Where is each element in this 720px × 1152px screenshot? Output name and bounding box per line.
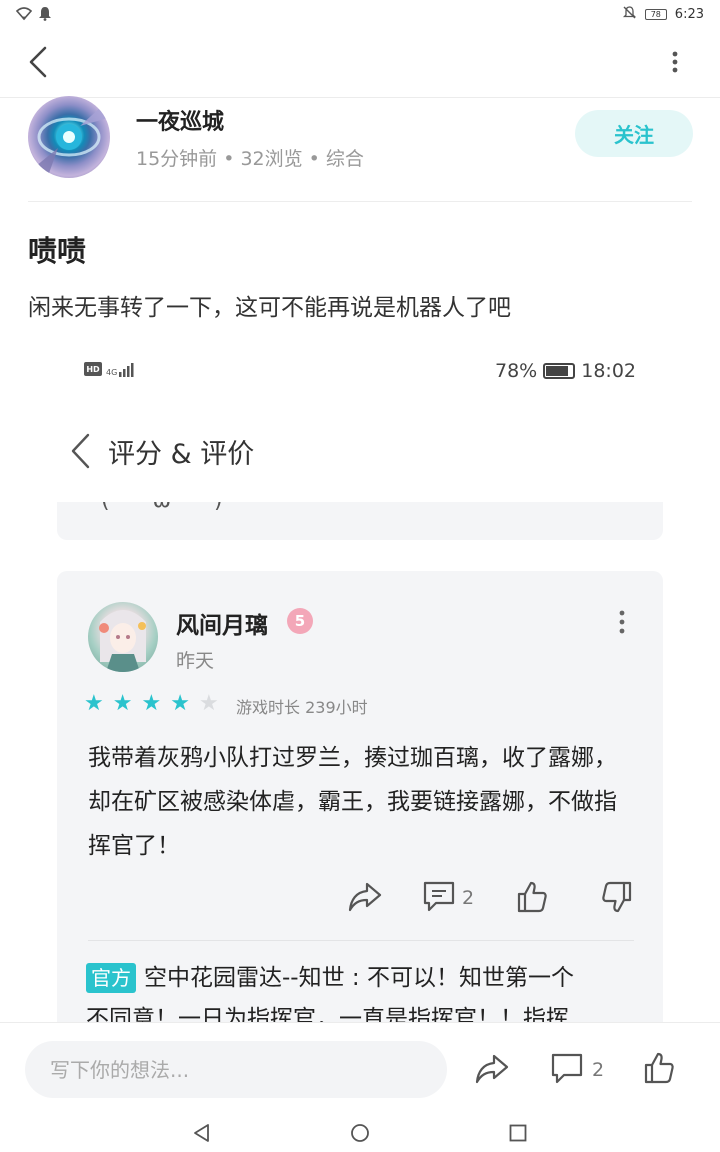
like-button[interactable] bbox=[642, 1051, 676, 1089]
back-button[interactable] bbox=[20, 44, 56, 84]
comment-input[interactable] bbox=[25, 1041, 447, 1098]
playtime: 游戏时长 239小时 bbox=[236, 698, 368, 717]
author-name[interactable]: 一夜巡城 bbox=[136, 104, 224, 136]
star-filled-icon: ★ bbox=[170, 691, 190, 716]
star-filled-icon: ★ bbox=[112, 691, 133, 716]
comment-button[interactable]: 2 bbox=[550, 1052, 604, 1088]
star-filled-icon: ★ bbox=[84, 691, 104, 716]
system-nav-bar bbox=[0, 1114, 720, 1152]
notification-bell-icon bbox=[38, 6, 52, 25]
divider bbox=[28, 201, 692, 202]
review-text: 我带着灰鸦小队打过罗兰，揍过珈百璃，收了露娜，却在矿区被感染体虐，霸王，我要链接… bbox=[88, 745, 617, 859]
status-left bbox=[15, 6, 52, 25]
author-avatar[interactable] bbox=[28, 96, 110, 178]
embedded-dislike-icon bbox=[600, 880, 634, 918]
wifi-icon bbox=[15, 6, 33, 25]
back-arrow-icon bbox=[28, 46, 48, 82]
reviewer-level-badge: 5 bbox=[287, 608, 313, 634]
like-icon bbox=[642, 1052, 676, 1089]
post-meta: 15分钟前 • 32浏览 • 综合 bbox=[136, 148, 364, 170]
nav-back-icon[interactable] bbox=[192, 1123, 212, 1147]
app-bar bbox=[0, 30, 720, 98]
share-icon bbox=[474, 1054, 510, 1090]
status-right: 78 6:23 bbox=[622, 5, 704, 24]
embedded-status-right: 78% 18:02 bbox=[495, 360, 636, 382]
embedded-previous-card: ( ω ) bbox=[57, 502, 663, 540]
rating-stars: ★ ★ ★ ★ ★ bbox=[84, 693, 219, 715]
more-options-button[interactable] bbox=[660, 48, 690, 80]
embedded-back-icon bbox=[68, 432, 94, 470]
battery-icon: 78 bbox=[644, 9, 667, 20]
reviewer-avatar-art bbox=[99, 610, 146, 672]
embedded-share-icon bbox=[347, 880, 383, 918]
network-label: 4G bbox=[106, 368, 118, 377]
author-avatar-art bbox=[36, 106, 108, 176]
reviewer-avatar bbox=[88, 602, 158, 672]
mute-icon bbox=[622, 5, 637, 24]
nav-recents-icon[interactable] bbox=[508, 1123, 528, 1147]
embedded-page-title: 评分 & 评价 bbox=[108, 439, 255, 470]
embedded-divider bbox=[88, 940, 634, 941]
comment-icon bbox=[550, 1052, 584, 1088]
embedded-battery-text: 78% bbox=[495, 360, 538, 382]
share-button[interactable] bbox=[474, 1052, 510, 1090]
star-filled-icon: ★ bbox=[141, 691, 162, 716]
previous-card-fragment: ( ω ) bbox=[101, 502, 241, 513]
embedded-reply-group: 2 bbox=[422, 880, 474, 916]
review-more-icon bbox=[612, 608, 632, 636]
comment-count: 2 bbox=[592, 1059, 605, 1081]
hd-icon: HD bbox=[84, 362, 102, 376]
embedded-like-icon bbox=[515, 880, 549, 918]
follow-button[interactable]: 关注 bbox=[575, 110, 693, 157]
post-title: 啧啧 bbox=[28, 234, 87, 268]
signal-icon: 4G bbox=[106, 361, 137, 377]
embedded-reply-count: 2 bbox=[462, 887, 475, 909]
review-time: 昨天 bbox=[176, 650, 215, 672]
embedded-comment-icon bbox=[422, 880, 456, 916]
official-tag: 官方 bbox=[86, 963, 136, 993]
star-empty-icon: ★ bbox=[198, 691, 219, 716]
nav-home-icon[interactable] bbox=[350, 1123, 370, 1147]
post-body: 闲来无事转了一下，这可不能再说是机器人了吧 bbox=[28, 295, 511, 321]
embedded-status-left: HD 4G bbox=[84, 361, 137, 377]
reviewer-name: 风间月璃 bbox=[176, 613, 268, 639]
official-reply-line1: 空中花园雷达--知世 : 不可以！知世第一个 bbox=[144, 965, 574, 991]
more-vertical-icon bbox=[672, 51, 678, 77]
status-bar: 78 6:23 bbox=[0, 0, 720, 30]
embedded-battery-icon bbox=[543, 363, 576, 379]
embedded-time: 18:02 bbox=[581, 360, 636, 382]
status-time: 6:23 bbox=[674, 7, 704, 22]
